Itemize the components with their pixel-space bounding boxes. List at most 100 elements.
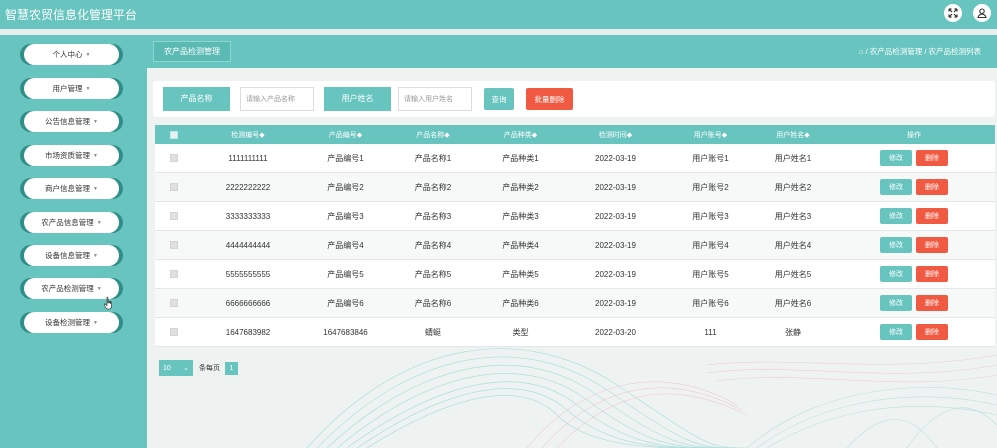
delete-button[interactable]: 删除 bbox=[916, 208, 948, 224]
table-cell: 产品编号1 bbox=[327, 153, 364, 163]
table-cell: 产品种类5 bbox=[502, 269, 539, 279]
column-header[interactable]: 检测编号 ◆ bbox=[193, 125, 303, 144]
sidebar-item-market-qualification[interactable]: 市场资质管理 ▼ bbox=[24, 145, 119, 166]
edit-button[interactable]: 修改 bbox=[880, 179, 912, 195]
table-cell: 产品种类4 bbox=[502, 240, 539, 250]
table-cell: 用户姓名5 bbox=[774, 269, 812, 279]
table-cell: 产品名称2 bbox=[414, 182, 452, 192]
table-cell: 产品编号3 bbox=[327, 211, 364, 221]
delete-button[interactable]: 删除 bbox=[916, 295, 948, 311]
table-cell: 6666666666 bbox=[225, 298, 271, 308]
home-icon[interactable]: ⌂ bbox=[859, 47, 864, 56]
sidebar-item-device-inspection[interactable]: 设备检测管理 ▼ bbox=[24, 312, 119, 333]
table-cell: 产品名称4 bbox=[414, 240, 452, 250]
breadcrumb-path[interactable]: / 农产品检测管理 / 农产品检测列表 bbox=[866, 47, 981, 56]
column-header[interactable]: 产品名称 ◆ bbox=[388, 125, 478, 144]
edit-button[interactable]: 修改 bbox=[880, 295, 912, 311]
row-checkbox[interactable] bbox=[170, 241, 178, 249]
table-cell: 产品名称5 bbox=[414, 269, 452, 279]
table-cell: 用户账号5 bbox=[692, 269, 729, 279]
table-cell: 用户姓名6 bbox=[774, 298, 812, 308]
row-actions: 修改 删除 bbox=[833, 318, 995, 346]
table-row: 1647683982 1647683846 蜻蜓 类型 2022-03-20 111 张静 修… bbox=[155, 318, 995, 347]
page-number-current[interactable]: 1 bbox=[225, 361, 238, 375]
delete-button[interactable]: 删除 bbox=[916, 324, 948, 340]
sidebar-item-label: 商户信息管理 bbox=[45, 184, 91, 193]
row-checkbox[interactable] bbox=[170, 328, 178, 336]
batch-delete-button[interactable]: 批量删除 bbox=[526, 88, 573, 110]
table-cell: 1647683846 bbox=[323, 327, 368, 337]
row-checkbox[interactable] bbox=[170, 212, 178, 220]
table-row: 4444444444 产品编号4 产品名称4 产品种类4 2022-03-19 用户账号4… bbox=[155, 231, 995, 260]
edit-button[interactable]: 修改 bbox=[880, 237, 912, 253]
table-cell: 产品名称3 bbox=[414, 211, 452, 221]
query-button[interactable]: 查询 bbox=[484, 88, 514, 110]
chevron-down-icon: ▼ bbox=[93, 319, 98, 326]
column-header[interactable]: 检测时间 ◆ bbox=[563, 125, 668, 144]
table-header: 检测编号 ◆ 产品编号 ◆ 产品名称 ◆ 产品种类 ◆ 检测时间 ◆ 用户账号 ◆ 用户姓名… bbox=[155, 125, 995, 144]
table-row: 6666666666 产品编号6 产品名称6 产品种类6 2022-03-19 用户账号6… bbox=[155, 289, 995, 318]
column-header[interactable]: 用户姓名 ◆ bbox=[753, 125, 833, 144]
row-actions: 修改 删除 bbox=[833, 173, 995, 201]
sidebar-item-label: 设备信息管理 bbox=[45, 251, 91, 260]
product-name-input[interactable] bbox=[240, 87, 314, 111]
sidebar-item-device-info[interactable]: 设备信息管理 ▼ bbox=[24, 245, 119, 266]
sidebar-item-personal-center[interactable]: 个人中心 ▼ bbox=[24, 44, 119, 65]
table-cell: 产品编号2 bbox=[327, 182, 364, 192]
sidebar-item-product-info[interactable]: 农产品信息管理 ▼ bbox=[24, 212, 119, 233]
product-name-label: 产品名称 bbox=[163, 87, 230, 111]
sidebar: 个人中心 ▼ 用户管理 ▼ 公告信息管理 ▼ 市场资质管理 ▼ 商户信息管理 ▼ 农产品信… bbox=[0, 35, 147, 448]
chevron-down-icon: ▼ bbox=[96, 285, 102, 292]
table-cell: 产品种类6 bbox=[502, 298, 539, 308]
edit-button[interactable]: 修改 bbox=[880, 208, 912, 224]
search-bar: 产品名称 用户姓名 查询 批量删除 bbox=[153, 81, 995, 117]
pagination: 10 ⌄ 条每页 1 bbox=[159, 360, 238, 376]
page-size-select[interactable]: 10 ⌄ bbox=[159, 360, 193, 376]
chevron-down-icon: ▼ bbox=[93, 118, 98, 125]
sidebar-item-label: 用户管理 bbox=[52, 84, 83, 93]
table-cell: 张静 bbox=[785, 327, 801, 337]
table-cell: 2022-03-19 bbox=[595, 269, 636, 279]
sidebar-item-merchant-info[interactable]: 商户信息管理 ▼ bbox=[24, 178, 119, 199]
delete-button[interactable]: 删除 bbox=[916, 237, 948, 253]
column-header[interactable]: 产品编号 ◆ bbox=[303, 125, 388, 144]
row-actions: 修改 删除 bbox=[833, 260, 995, 288]
row-actions: 修改 删除 bbox=[833, 231, 995, 259]
delete-button[interactable]: 删除 bbox=[916, 266, 948, 282]
row-actions: 修改 删除 bbox=[833, 202, 995, 230]
select-all-checkbox[interactable] bbox=[170, 130, 178, 139]
table-cell: 2022-03-19 bbox=[595, 298, 636, 308]
table-cell: 1647683982 bbox=[225, 327, 271, 337]
sidebar-item-user-management[interactable]: 用户管理 ▼ bbox=[24, 78, 119, 99]
table-body: 1111111111 产品编号1 产品名称1 产品种类1 2022-03-19 用户账号1… bbox=[155, 144, 995, 347]
user-name-input[interactable] bbox=[398, 87, 472, 111]
column-header[interactable]: 产品种类 ◆ bbox=[478, 125, 563, 144]
table-cell: 用户账号3 bbox=[692, 211, 729, 221]
column-header: 操作 bbox=[907, 131, 921, 139]
sidebar-item-announcements[interactable]: 公告信息管理 ▼ bbox=[24, 111, 119, 132]
table-cell: 2022-03-19 bbox=[595, 211, 636, 221]
edit-button[interactable]: 修改 bbox=[880, 324, 912, 340]
edit-button[interactable]: 修改 bbox=[880, 266, 912, 282]
delete-button[interactable]: 删除 bbox=[916, 179, 948, 195]
per-page-label: 条每页 bbox=[199, 365, 220, 372]
fullscreen-icon[interactable] bbox=[944, 4, 962, 22]
delete-button[interactable]: 删除 bbox=[916, 150, 948, 166]
table-cell: 4444444444 bbox=[225, 240, 271, 250]
row-checkbox[interactable] bbox=[170, 299, 178, 307]
main-content: 农产品检测管理 ⌂ / 农产品检测管理 / 农产品检测列表 产品名称 用户姓名 … bbox=[147, 35, 997, 448]
table-cell: 产品种类3 bbox=[502, 211, 539, 221]
sidebar-item-label: 农产品信息管理 bbox=[41, 218, 94, 227]
table-cell: 用户账号1 bbox=[692, 153, 729, 163]
table-cell: 用户账号4 bbox=[692, 240, 729, 250]
edit-button[interactable]: 修改 bbox=[880, 150, 912, 166]
row-checkbox[interactable] bbox=[170, 154, 178, 162]
row-checkbox[interactable] bbox=[170, 183, 178, 191]
column-header[interactable]: 用户账号 ◆ bbox=[668, 125, 753, 144]
row-checkbox[interactable] bbox=[170, 270, 178, 278]
chevron-down-icon: ▼ bbox=[93, 185, 98, 192]
chevron-down-icon: ▼ bbox=[85, 51, 91, 58]
user-icon[interactable] bbox=[973, 4, 991, 22]
table-cell: 用户账号2 bbox=[692, 182, 729, 192]
sidebar-item-label: 公告信息管理 bbox=[45, 117, 91, 126]
